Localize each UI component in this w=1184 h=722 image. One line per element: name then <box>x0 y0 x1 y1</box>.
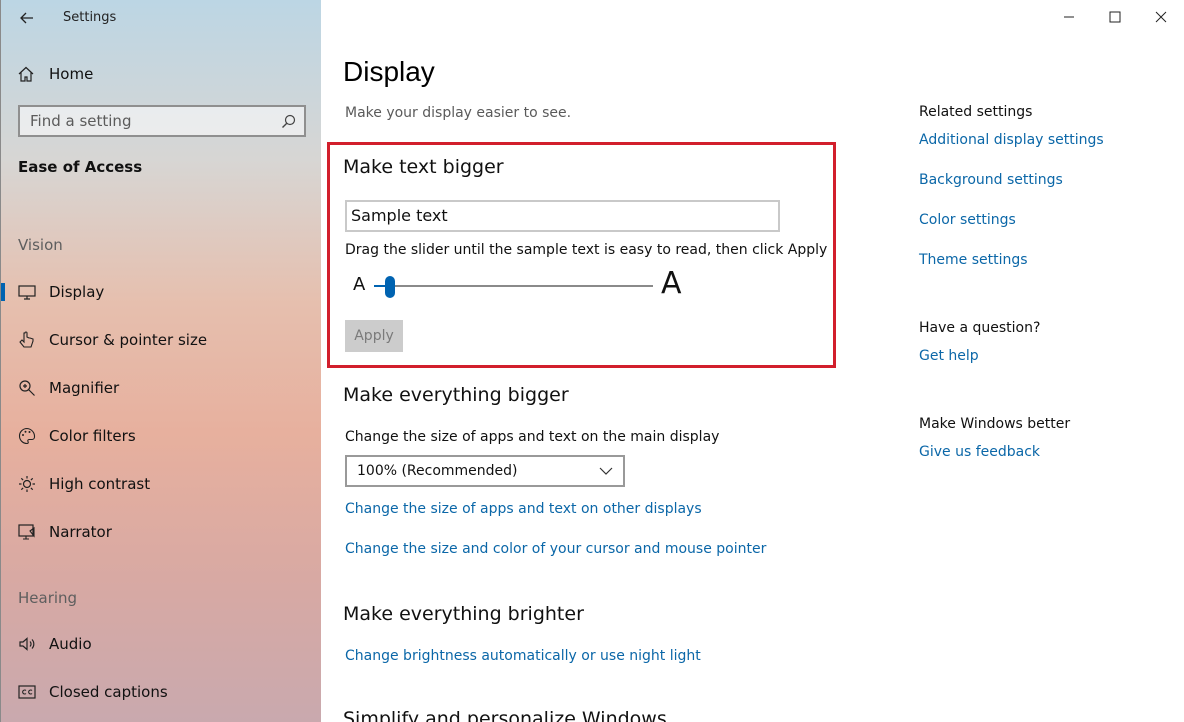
link-background[interactable]: Background settings <box>919 172 1063 188</box>
active-indicator <box>1 283 5 301</box>
sidebar-item-label: Closed captions <box>49 683 168 701</box>
section-title: Ease of Access <box>18 158 143 176</box>
sidebar-item-label: Cursor & pointer size <box>49 331 208 349</box>
group-label-vision: Vision <box>18 236 63 254</box>
maximize-icon <box>1109 11 1121 23</box>
link-additional-display[interactable]: Additional display settings <box>919 132 1104 148</box>
scale-value: 100% (Recommended) <box>357 463 518 479</box>
sidebar-item-color-filters[interactable]: Color filters <box>1 416 322 456</box>
scale-dropdown[interactable]: 100% (Recommended) <box>345 455 625 487</box>
back-button[interactable] <box>13 6 41 30</box>
text-bigger-heading: Make text bigger <box>343 156 504 178</box>
sample-text-box: Sample text <box>345 200 780 232</box>
slider-max-label: A <box>661 266 682 301</box>
sidebar-item-narrator[interactable]: Narrator <box>1 512 322 552</box>
sidebar: Settings Home Find a setting Ease of Acc… <box>0 0 321 722</box>
simplify-heading: Simplify and personalize Windows <box>343 708 667 722</box>
group-label-hearing: Hearing <box>18 589 78 607</box>
windows-better-heading: Make Windows better <box>919 416 1071 432</box>
narrator-icon <box>17 522 37 542</box>
window-controls <box>1046 0 1184 34</box>
page-title: Display <box>343 56 435 87</box>
sidebar-item-closed-captions[interactable]: Closed captions <box>1 672 322 712</box>
search-placeholder: Find a setting <box>30 112 132 130</box>
text-size-slider-track[interactable] <box>374 285 653 287</box>
sidebar-item-label: High contrast <box>49 475 151 493</box>
search-input[interactable]: Find a setting <box>18 105 306 137</box>
slider-instruction: Drag the slider until the sample text is… <box>345 242 828 258</box>
sidebar-item-label: Audio <box>49 635 92 653</box>
speaker-icon <box>17 634 37 654</box>
chevron-down-icon <box>599 467 613 475</box>
home-nav[interactable]: Home <box>17 62 93 86</box>
everything-brighter-heading: Make everything brighter <box>343 603 584 625</box>
sidebar-item-display[interactable]: Display <box>1 272 322 312</box>
everything-bigger-heading: Make everything bigger <box>343 384 569 406</box>
apply-button[interactable]: Apply <box>345 320 403 352</box>
cc-icon <box>17 682 37 702</box>
sidebar-item-label: Display <box>49 283 105 301</box>
main-content: Display Make your display easier to see.… <box>321 0 1184 722</box>
sidebar-item-high-contrast[interactable]: High contrast <box>1 464 322 504</box>
link-other-displays[interactable]: Change the size of apps and text on othe… <box>345 501 702 517</box>
link-cursor-size[interactable]: Change the size and color of your cursor… <box>345 541 766 557</box>
home-label: Home <box>49 65 94 83</box>
page-subtitle: Make your display easier to see. <box>345 105 572 121</box>
sidebar-item-audio[interactable]: Audio <box>1 624 322 664</box>
sun-icon <box>17 474 37 494</box>
pointer-icon <box>17 330 37 350</box>
sidebar-item-label: Magnifier <box>49 379 120 397</box>
sidebar-item-magnifier[interactable]: Magnifier <box>1 368 322 408</box>
app-title: Settings <box>63 10 117 25</box>
minimize-icon <box>1064 16 1074 18</box>
sidebar-item-label: Color filters <box>49 427 136 445</box>
close-icon <box>1155 11 1167 23</box>
link-color[interactable]: Color settings <box>919 212 1016 228</box>
question-heading: Have a question? <box>919 320 1041 336</box>
sidebar-item-label: Narrator <box>49 523 112 541</box>
home-icon <box>18 66 34 82</box>
maximize-button[interactable] <box>1092 0 1138 34</box>
sidebar-item-cursor[interactable]: Cursor & pointer size <box>1 320 322 360</box>
magnifier-icon <box>17 378 37 398</box>
link-theme[interactable]: Theme settings <box>919 252 1028 268</box>
palette-icon <box>17 426 37 446</box>
related-settings-heading: Related settings <box>919 104 1033 120</box>
monitor-icon <box>17 282 37 302</box>
slider-min-label: A <box>353 274 366 295</box>
close-button[interactable] <box>1138 0 1184 34</box>
title-bar: Settings <box>1 0 322 36</box>
text-size-slider-thumb[interactable] <box>384 276 395 298</box>
link-get-help[interactable]: Get help <box>919 348 979 364</box>
minimize-button[interactable] <box>1046 0 1092 34</box>
search-icon[interactable] <box>281 114 296 129</box>
link-feedback[interactable]: Give us feedback <box>919 444 1040 460</box>
back-arrow-icon <box>20 12 33 24</box>
scale-description: Change the size of apps and text on the … <box>345 429 720 445</box>
link-brightness[interactable]: Change brightness automatically or use n… <box>345 648 701 664</box>
